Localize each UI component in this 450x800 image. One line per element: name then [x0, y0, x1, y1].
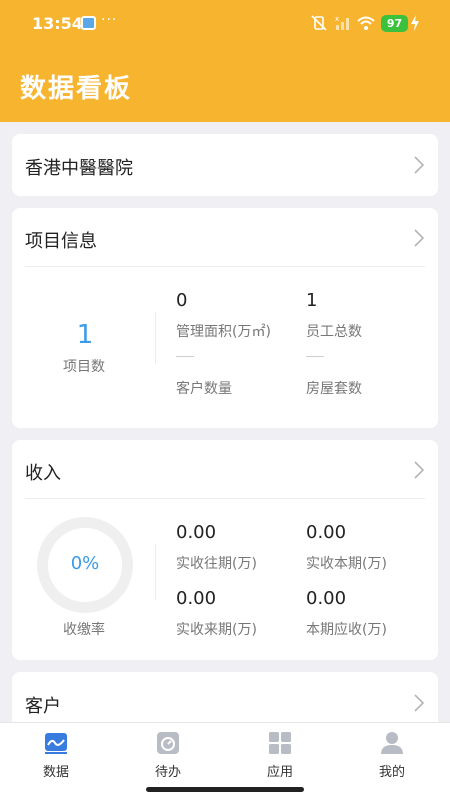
income-title: 收入 — [25, 463, 61, 484]
receivable-label: 本期应收(万) — [306, 622, 387, 638]
staff-count-value: 1 — [306, 290, 318, 311]
house-count-placeholder — [306, 356, 324, 357]
customer-title: 客户 — [25, 696, 61, 717]
chart-icon — [45, 733, 67, 754]
svg-text:x: x — [335, 15, 339, 23]
project-selector-card[interactable]: 香港中醫醫院 — [12, 134, 438, 196]
current-received-label: 实收本期(万) — [306, 556, 387, 572]
page-title: 数据看板 — [20, 74, 133, 104]
chevron-right-icon — [414, 461, 425, 479]
status-bar: 13:54 ··· x 97 — [0, 0, 450, 48]
grid-icon — [269, 732, 291, 754]
income-card: 收入 0% 收缴率 0.00 实收往期(万) 0.00 实收本期(万) 0.00… — [12, 440, 438, 660]
staff-count-label: 员工总数 — [306, 324, 362, 340]
battery-level: 97 — [381, 15, 408, 32]
cellular-signal-icon: x — [335, 15, 349, 30]
tab-apps[interactable]: 应用 — [224, 723, 336, 783]
collection-rate-label: 收缴率 — [63, 622, 105, 638]
receivable-value: 0.00 — [306, 588, 347, 609]
app-header: 13:54 ··· x 97 数据看板 — [0, 0, 450, 122]
tab-label: 应用 — [266, 765, 293, 780]
tab-todo[interactable]: 待办 — [112, 723, 224, 783]
project-count-label: 项目数 — [63, 359, 105, 375]
customer-count-label: 客户数量 — [176, 381, 232, 397]
project-info-title: 项目信息 — [25, 231, 97, 252]
divider — [25, 266, 425, 267]
chevron-right-icon — [414, 156, 425, 174]
mgmt-area-label: 管理面积(万㎡) — [176, 324, 271, 340]
vibrate-mute-icon — [311, 15, 327, 31]
past-received-value: 0.00 — [176, 522, 217, 543]
project-count-value: 1 — [76, 320, 94, 350]
vertical-separator — [155, 312, 156, 364]
customer-count-placeholder — [176, 356, 194, 357]
tab-mine[interactable]: 我的 — [336, 723, 448, 783]
chevron-right-icon — [414, 229, 425, 247]
more-notifications-icon: ··· — [101, 12, 118, 28]
status-time: 13:54 — [32, 14, 83, 33]
home-indicator — [146, 787, 304, 792]
future-received-value: 0.00 — [176, 588, 217, 609]
vertical-separator — [155, 544, 156, 600]
tab-data[interactable]: 数据 — [0, 723, 112, 783]
project-name: 香港中醫醫院 — [25, 158, 133, 179]
collection-rate-value: 0% — [70, 553, 100, 574]
past-received-label: 实收往期(万) — [176, 556, 257, 572]
future-received-label: 实收来期(万) — [176, 622, 257, 638]
project-info-card: 项目信息 1 项目数 0 管理面积(万㎡) 1 员工总数 客户数量 房屋套数 — [12, 208, 438, 428]
house-count-label: 房屋套数 — [306, 381, 362, 397]
tab-label: 数据 — [42, 765, 69, 780]
chevron-right-icon — [414, 694, 425, 712]
tab-label: 我的 — [378, 765, 405, 780]
tab-label: 待办 — [154, 765, 181, 780]
wifi-icon — [357, 16, 375, 30]
timer-icon — [157, 732, 179, 754]
project-info-header[interactable]: 项目信息 — [12, 208, 438, 266]
divider — [25, 498, 425, 499]
user-icon — [381, 732, 403, 754]
current-received-value: 0.00 — [306, 522, 347, 543]
mgmt-area-value: 0 — [176, 290, 188, 311]
message-notification-icon — [81, 16, 96, 30]
charging-bolt-icon — [411, 15, 419, 31]
income-header[interactable]: 收入 — [12, 440, 438, 498]
